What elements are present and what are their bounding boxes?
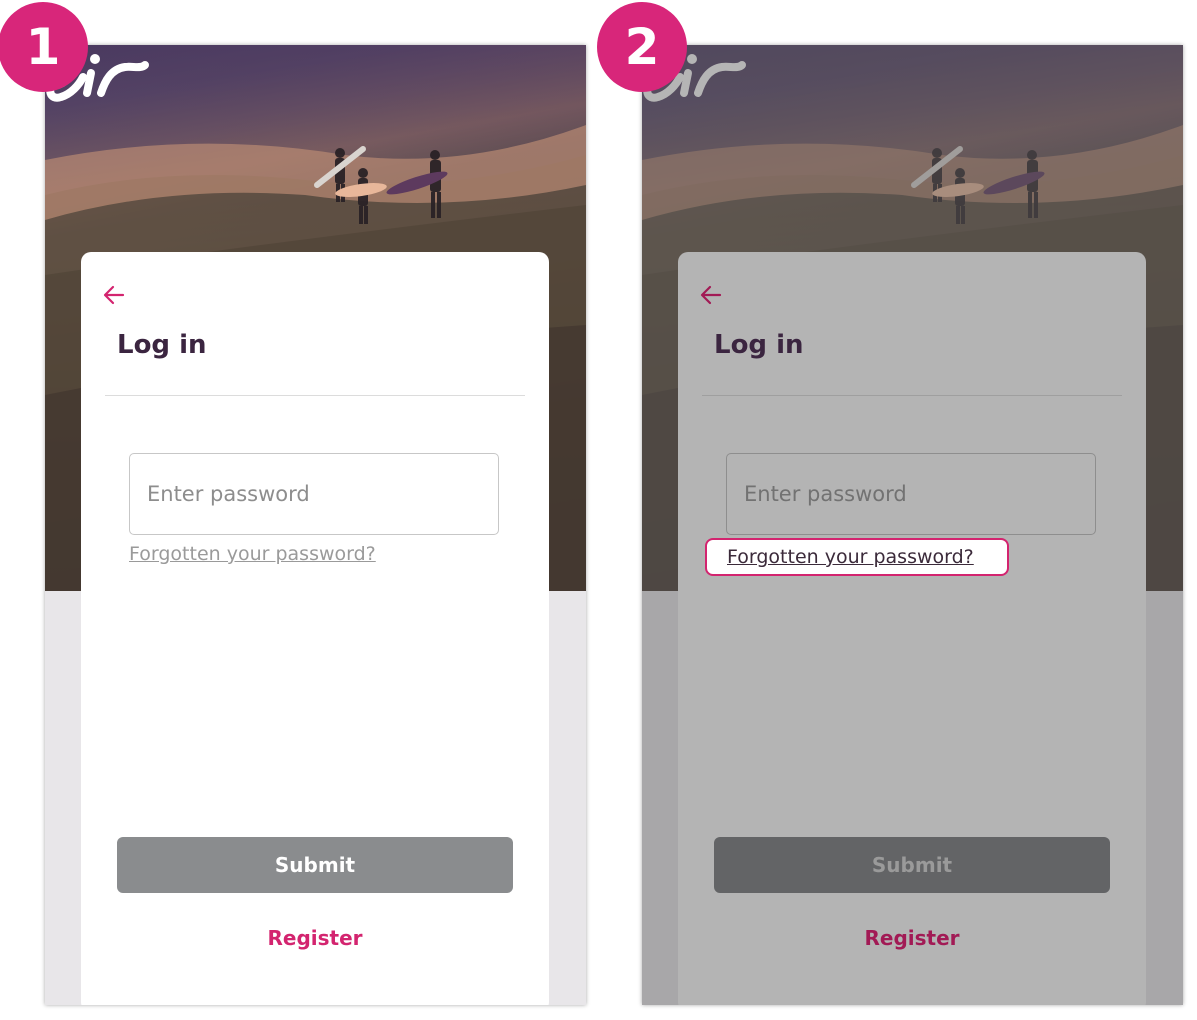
step-badge-2: 2 <box>597 2 687 92</box>
login-card: Log in Forgotten your password? Submit R… <box>81 252 549 1005</box>
password-input[interactable] <box>726 453 1096 535</box>
submit-button[interactable]: Submit <box>714 837 1110 893</box>
page-title: Log in <box>714 330 804 360</box>
page-title: Log in <box>117 330 207 360</box>
register-link[interactable]: Register <box>81 926 549 950</box>
forgot-password-link[interactable]: Forgotten your password? <box>727 546 974 568</box>
step-badge-1: 1 <box>0 2 88 92</box>
back-arrow-icon[interactable] <box>101 282 127 308</box>
submit-button[interactable]: Submit <box>117 837 513 893</box>
divider <box>105 395 525 396</box>
back-arrow-icon[interactable] <box>698 282 724 308</box>
login-card: Log in Submit Register <box>678 252 1146 1005</box>
login-screen-1: Log in Forgotten your password? Submit R… <box>45 45 586 1005</box>
divider <box>702 395 1122 396</box>
register-link[interactable]: Register <box>678 926 1146 950</box>
password-input[interactable] <box>129 453 499 535</box>
forgot-password-highlight[interactable]: Forgotten your password? <box>705 538 1009 576</box>
forgot-password-link[interactable]: Forgotten your password? <box>129 543 376 565</box>
login-screen-2: Log in Submit Register <box>642 45 1183 1005</box>
